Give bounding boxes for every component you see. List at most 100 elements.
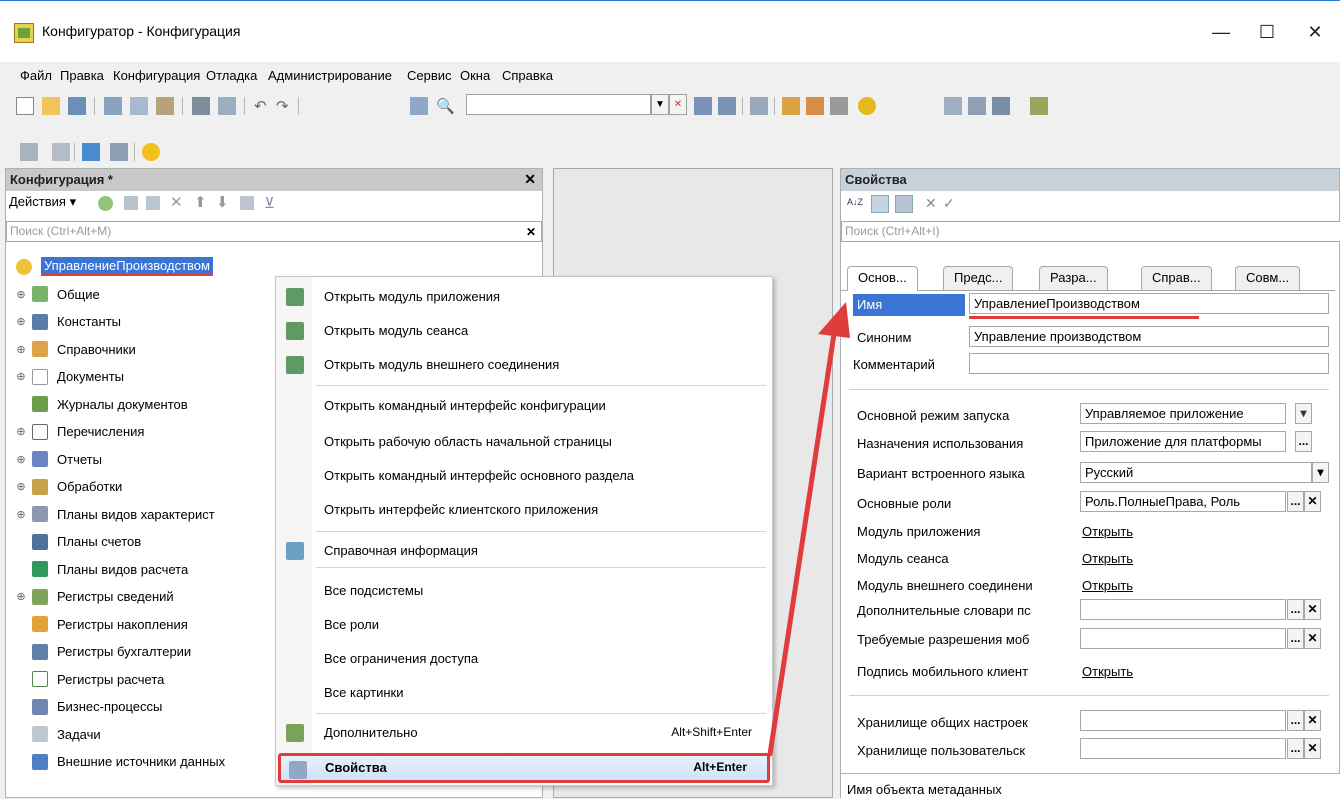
run-icon[interactable]	[142, 143, 160, 161]
clear-field-icon[interactable]: ✕	[1304, 710, 1321, 731]
tab-main[interactable]: Основ...	[847, 266, 918, 291]
add-icon[interactable]	[98, 196, 113, 211]
template-icon[interactable]	[830, 97, 848, 115]
open-icon[interactable]	[42, 97, 60, 115]
find-next-icon[interactable]	[694, 97, 712, 115]
menu-service[interactable]: Сервис	[407, 68, 452, 83]
expand-icon[interactable]: ⊕	[14, 453, 28, 466]
menu-open-command-interface[interactable]: Открыть командный интерфейс конфигурации	[276, 392, 772, 420]
check-icon[interactable]: ✓	[943, 195, 955, 212]
app-module-open-link[interactable]: Открыть	[1082, 524, 1133, 539]
form-icon[interactable]	[52, 143, 70, 161]
search-input[interactable]: Поиск (Ctrl+Alt+M)	[6, 221, 542, 242]
print-icon[interactable]	[192, 97, 210, 115]
delete-icon[interactable]: ✕	[170, 193, 183, 211]
table-icon[interactable]	[110, 143, 128, 161]
combo-dropdown-button[interactable]: ▼	[651, 94, 669, 115]
menu-help[interactable]: Справка	[502, 68, 553, 83]
expand-icon[interactable]: ⊕	[14, 480, 28, 493]
maximize-button[interactable]: ☐	[1244, 15, 1290, 49]
menu-debug[interactable]: Отладка	[206, 68, 257, 83]
external-connection-module-open-link[interactable]: Открыть	[1082, 578, 1133, 593]
edit-icon[interactable]	[124, 196, 138, 210]
close-button[interactable]: ✕	[1292, 15, 1338, 49]
menu-all-roles[interactable]: Все роли	[276, 611, 772, 639]
menu-windows[interactable]: Окна	[460, 68, 490, 83]
syntax-helper-icon[interactable]	[806, 97, 824, 115]
paste-icon[interactable]	[156, 97, 174, 115]
mobile-signature-open-link[interactable]: Открыть	[1082, 664, 1133, 679]
close-panel-icon[interactable]: ✕	[524, 171, 536, 188]
tab-reference[interactable]: Справ...	[1141, 266, 1212, 290]
menu-all-access-restrictions[interactable]: Все ограничения доступа	[276, 645, 772, 673]
redo-icon[interactable]: ↷	[276, 97, 294, 115]
clear-icon[interactable]: ✕	[925, 195, 937, 212]
select-ellipsis-button[interactable]: ...	[1287, 491, 1304, 512]
find-prev-icon[interactable]	[718, 97, 736, 115]
combo-clear-button[interactable]: ✕	[669, 94, 687, 115]
search-icon[interactable]: 🔍	[436, 97, 455, 115]
categories-icon[interactable]	[871, 195, 889, 213]
actions-menu[interactable]: Действия ▾	[9, 194, 76, 210]
dropdown-icon[interactable]: ▾	[1312, 462, 1329, 483]
menu-configuration[interactable]: Конфигурация	[113, 68, 200, 83]
window-icon[interactable]	[750, 97, 768, 115]
expand-icon[interactable]: ⊕	[14, 288, 28, 301]
minimize-button[interactable]: —	[1198, 15, 1244, 49]
print-preview-icon[interactable]	[218, 97, 236, 115]
user-settings-storage-field[interactable]	[1080, 738, 1286, 759]
menu-help-info[interactable]: Справочная информация	[276, 537, 772, 565]
extensions-icon[interactable]	[1030, 97, 1048, 115]
dropdown-icon[interactable]: ▾	[1295, 403, 1312, 424]
select-ellipsis-button[interactable]: ...	[1287, 738, 1304, 759]
select-ellipsis-button[interactable]: ...	[1287, 628, 1304, 649]
sort-az-icon[interactable]: A↓Z	[847, 197, 863, 213]
menu-open-client-interface[interactable]: Открыть интерфейс клиентского приложения	[276, 496, 772, 524]
select-ellipsis-button[interactable]: ...	[1287, 599, 1304, 620]
menu-file[interactable]: Файл	[20, 68, 52, 83]
properties-search-input[interactable]: Поиск (Ctrl+Alt+I)	[841, 221, 1340, 242]
new-icon[interactable]	[16, 97, 34, 115]
menu-open-main-section-interface[interactable]: Открыть командный интерфейс основного ра…	[276, 462, 772, 490]
module-icon[interactable]	[20, 143, 38, 161]
menu-open-home-page-workspace[interactable]: Открыть рабочую область начальной страни…	[276, 428, 772, 456]
wizard-icon[interactable]	[782, 97, 800, 115]
mobile-permissions-field[interactable]	[1080, 628, 1286, 649]
name-field[interactable]: УправлениеПроизводством	[969, 293, 1329, 314]
session-module-open-link[interactable]: Открыть	[1082, 551, 1133, 566]
move-down-icon[interactable]: ⬇	[216, 193, 229, 211]
copy-item-icon[interactable]	[146, 196, 160, 210]
launch-mode-field[interactable]: Управляемое приложение	[1080, 403, 1286, 424]
menu-open-session-module[interactable]: Открыть модуль сеанса	[276, 317, 772, 345]
tab-compatibility[interactable]: Совм...	[1235, 266, 1301, 290]
dictionaries-field[interactable]	[1080, 599, 1286, 620]
merge-icon[interactable]	[968, 97, 986, 115]
comment-field[interactable]	[969, 353, 1329, 374]
copy-icon[interactable]	[130, 97, 148, 115]
info-icon[interactable]	[858, 97, 876, 115]
expand-icon[interactable]: ⊕	[14, 425, 28, 438]
menu-open-app-module[interactable]: Открыть модуль приложения	[276, 283, 772, 311]
menu-open-external-connection-module[interactable]: Открыть модуль внешнего соединения	[276, 351, 772, 379]
menu-properties[interactable]: Свойства Alt+Enter	[278, 753, 770, 783]
menu-all-pictures[interactable]: Все картинки	[276, 679, 772, 707]
clear-field-icon[interactable]: ✕	[1304, 599, 1321, 620]
sort-icon[interactable]	[240, 196, 254, 210]
usage-purpose-field[interactable]: Приложение для платформы	[1080, 431, 1286, 452]
expand-icon[interactable]: ⊕	[14, 508, 28, 521]
find-in-tree-icon[interactable]	[410, 97, 428, 115]
clear-field-icon[interactable]: ✕	[1304, 738, 1321, 759]
save-icon[interactable]	[68, 97, 86, 115]
menu-edit[interactable]: Правка	[60, 68, 104, 83]
cut-icon[interactable]	[104, 97, 122, 115]
clear-field-icon[interactable]: ✕	[1304, 491, 1321, 512]
synonym-field[interactable]: Управление производством	[969, 326, 1329, 347]
select-ellipsis-button[interactable]: ...	[1287, 710, 1304, 731]
search-combo[interactable]	[466, 94, 651, 115]
default-roles-field[interactable]: Роль.ПолныеПрава, Роль	[1080, 491, 1286, 512]
undo-icon[interactable]: ↶	[254, 97, 272, 115]
select-ellipsis-button[interactable]: ...	[1295, 431, 1312, 452]
filter-icon[interactable]: ⊻	[264, 194, 275, 212]
common-settings-storage-field[interactable]	[1080, 710, 1286, 731]
script-variant-field[interactable]: Русский	[1080, 462, 1312, 483]
